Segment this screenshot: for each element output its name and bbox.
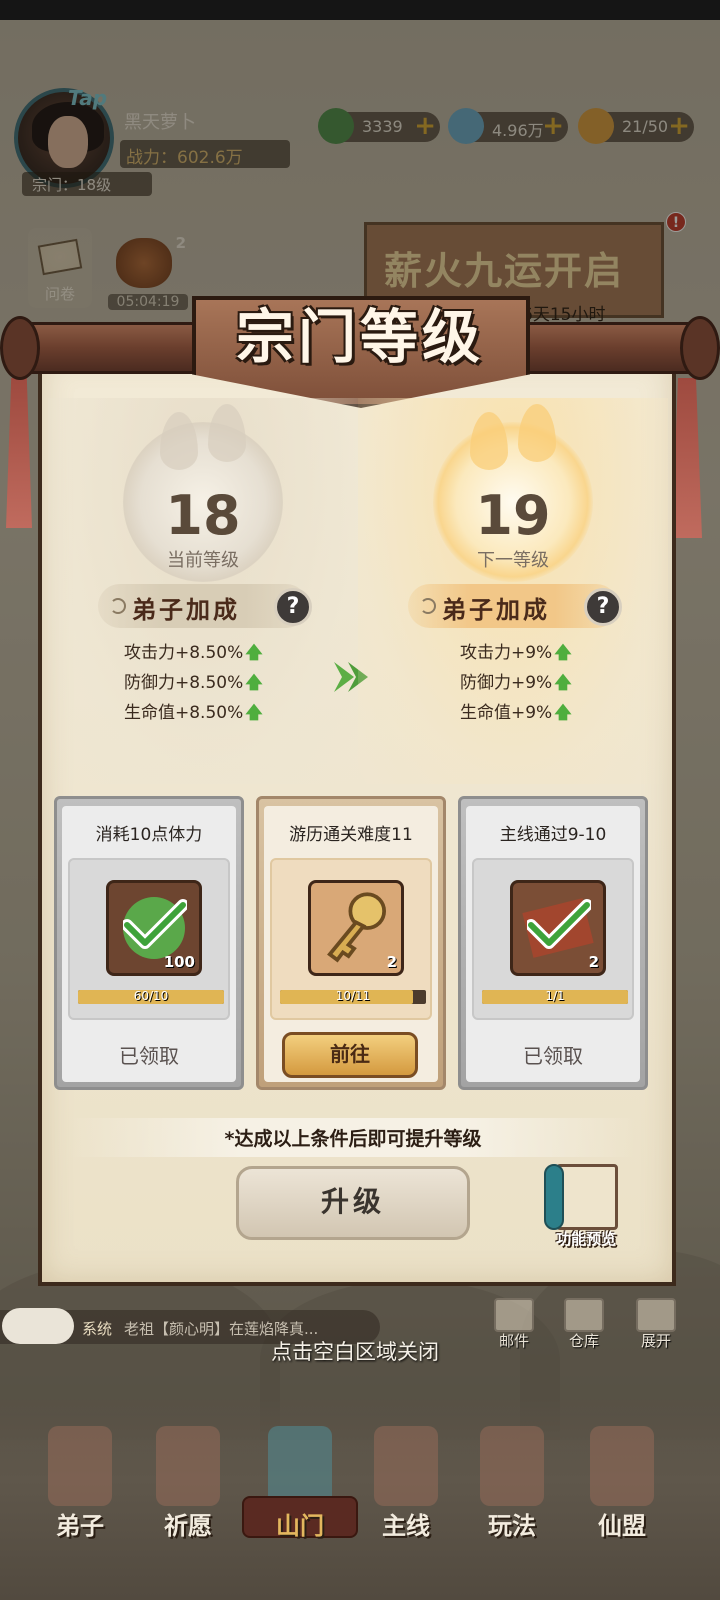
- wish-icon: [156, 1426, 220, 1506]
- close-hint: 点击空白区域关闭: [271, 1340, 439, 1364]
- up-arrow-icon: 🡅: [554, 673, 572, 693]
- condition-name: 主线通过9-10: [499, 825, 607, 845]
- nav-alliance[interactable]: 仙盟: [572, 1410, 672, 1560]
- status-bar: [0, 0, 720, 20]
- up-arrow-icon: 🡅: [245, 673, 263, 693]
- reward-slot: 2 1/1: [472, 858, 634, 1020]
- up-arrow-icon: 🡅: [554, 703, 572, 723]
- mail-icon: [494, 1298, 534, 1332]
- nav-label: 仙盟: [598, 1512, 646, 1540]
- warehouse-icon: [564, 1298, 604, 1332]
- current-level-panel: 18 当前等级 弟子加成 ? 攻击力+8.50% 🡅 防御力+8.50% 🡅 生命值…: [48, 398, 358, 784]
- jade-stamina-icon: 100: [106, 880, 202, 976]
- stat-attack: 攻击力+8.50% 🡅: [124, 638, 263, 669]
- up-arrow-icon: 🡅: [245, 703, 263, 723]
- disciple-icon: [48, 1426, 112, 1506]
- progress-text: 1/1: [545, 989, 565, 1003]
- modal-title: 宗门等级: [235, 303, 484, 371]
- reward-qty: 2: [386, 953, 397, 971]
- upgrade-button[interactable]: 升级: [236, 1166, 470, 1240]
- help-icon[interactable]: ?: [584, 588, 622, 626]
- next-level-panel: 19 下一等级 弟子加成 ? 攻击力+9% 🡅 防御力+9% 🡅 生命值+9% 🡅: [358, 398, 668, 784]
- reward-qty: 100: [163, 953, 195, 971]
- nav-wish[interactable]: 祈愿: [138, 1410, 238, 1560]
- flame-tip: [160, 412, 198, 470]
- stat-defense: 防御力+9% 🡅: [460, 668, 572, 699]
- nav-disciple[interactable]: 弟子: [30, 1410, 130, 1560]
- go-button[interactable]: 前往: [282, 1032, 418, 1078]
- nav-label: 主线: [382, 1512, 430, 1540]
- current-level-label: 当前等级: [167, 550, 239, 571]
- gameplay-icon: [480, 1426, 544, 1506]
- stat-hp: 生命值+8.50% 🡅: [124, 698, 263, 729]
- condition-name: 游历通关难度11: [289, 825, 413, 845]
- nav-gameplay[interactable]: 玩法: [462, 1410, 562, 1560]
- rod-end-left: [0, 316, 40, 380]
- condition-name: 消耗10点体力: [95, 825, 203, 845]
- check-icon: [527, 899, 591, 949]
- stat-defense: 防御力+8.50% 🡅: [124, 668, 263, 699]
- scroll-icon: [556, 1164, 618, 1230]
- expand-icon: [636, 1298, 676, 1332]
- flame-tip: [208, 404, 246, 462]
- progress-bar: 1/1: [482, 989, 628, 1004]
- stat-text: 攻击力+9%: [460, 643, 553, 663]
- progress-text: 10/11: [335, 989, 371, 1003]
- rod-end-right: [680, 316, 720, 380]
- nav-label: 弟子: [56, 1512, 104, 1540]
- claimed-status: 已领取: [119, 1044, 179, 1068]
- next-level-number: 19: [475, 484, 551, 547]
- condition-card-mainline: 主线通过9-10 2 1/1 已领取: [458, 796, 648, 1090]
- nav-mainline[interactable]: 主线: [356, 1410, 456, 1560]
- bonus-title: 弟子加成: [442, 596, 550, 624]
- progress-bar: 60/10: [78, 989, 224, 1004]
- progress-text: 60/10: [133, 989, 169, 1003]
- help-icon[interactable]: ?: [274, 588, 312, 626]
- bonus-title: 弟子加成: [132, 596, 240, 624]
- current-level-number: 18: [165, 484, 241, 547]
- reward-slot: 2 10/11: [270, 858, 432, 1020]
- nav-label: 祈愿: [164, 1512, 212, 1540]
- up-arrow-icon: 🡅: [554, 643, 572, 663]
- mainline-icon: [374, 1426, 438, 1506]
- stat-text: 防御力+9%: [460, 673, 553, 693]
- nav-label: 玩法: [488, 1512, 536, 1540]
- flame-tip: [518, 404, 556, 462]
- condition-note: *达成以上条件后即可提升等级: [70, 1118, 636, 1157]
- stat-text: 攻击力+8.50%: [124, 643, 244, 663]
- nav-gate[interactable]: 山门: [242, 1410, 358, 1560]
- stat-text: 生命值+8.50%: [124, 703, 244, 723]
- gate-icon: [268, 1426, 332, 1506]
- golden-key-icon: 2: [308, 880, 404, 976]
- stat-attack: 攻击力+9% 🡅: [460, 638, 572, 669]
- next-level-label: 下一等级: [477, 550, 549, 571]
- condition-card-travel: 游历通关难度11 2 10/11 前往: [256, 796, 446, 1090]
- reward-slot: 100 60/10: [68, 858, 230, 1020]
- scroll-knob: [544, 1164, 564, 1230]
- condition-card-stamina: 消耗10点体力 100 60/10 已领取: [54, 796, 244, 1090]
- nav-label: 山门: [276, 1512, 324, 1540]
- feature-preview-label: 功能预览: [555, 1230, 616, 1248]
- stat-hp: 生命值+9% 🡅: [460, 698, 572, 729]
- alliance-icon: [590, 1426, 654, 1506]
- check-icon: [123, 899, 187, 949]
- up-arrow-icon: 🡅: [245, 643, 263, 663]
- claimed-status: 已领取: [523, 1044, 583, 1068]
- progress-bar: 10/11: [280, 989, 426, 1004]
- feature-preview-button[interactable]: 功能预览: [536, 1160, 636, 1250]
- stat-text: 防御力+8.50%: [124, 673, 244, 693]
- stat-text: 生命值+9%: [460, 703, 553, 723]
- reward-qty: 2: [588, 953, 599, 971]
- flame-tip: [470, 412, 508, 470]
- scroll-map-icon: 2: [510, 880, 606, 976]
